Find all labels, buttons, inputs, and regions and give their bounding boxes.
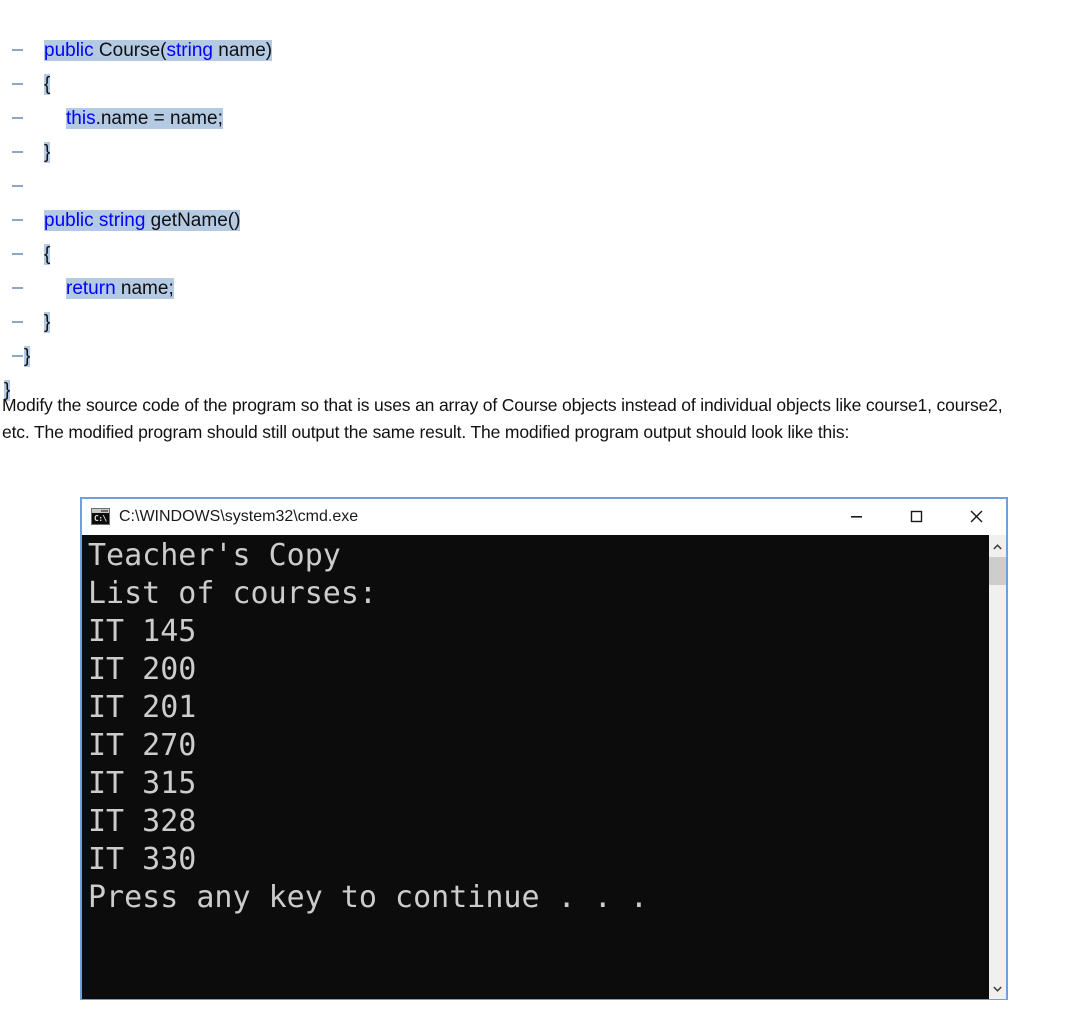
selected-code-span: public string getName() bbox=[44, 210, 241, 231]
code-plain: } bbox=[24, 346, 31, 367]
scroll-thumb[interactable] bbox=[989, 557, 1006, 585]
selected-code-span: this.name = name; bbox=[66, 108, 223, 129]
code-line: } bbox=[0, 340, 1077, 374]
console-title-text: C:\WINDOWS\system32\cmd.exe bbox=[119, 507, 359, 525]
code-line-text: } bbox=[0, 340, 31, 374]
scroll-up-arrow[interactable] bbox=[989, 538, 1006, 555]
code-line-text: { bbox=[0, 238, 51, 272]
instructions-paragraph: Modify the source code of the program so… bbox=[2, 395, 1003, 442]
code-plain: { bbox=[44, 74, 51, 95]
code-plain: name) bbox=[218, 40, 273, 61]
code-plain: { bbox=[44, 244, 51, 265]
scroll-down-arrow[interactable] bbox=[989, 980, 1006, 997]
code-keyword: this bbox=[66, 108, 96, 129]
code-keyword: return bbox=[66, 278, 121, 299]
selected-code-span: public Course(string name) bbox=[44, 40, 273, 61]
console-output-line: List of courses: bbox=[88, 576, 377, 611]
code-plain: name; bbox=[120, 278, 174, 299]
code-plain: } bbox=[44, 312, 51, 333]
console-output-line: Press any key to continue . . . bbox=[88, 880, 648, 915]
code-line: } bbox=[0, 136, 1077, 170]
console-output-line: IT 270 bbox=[88, 728, 197, 763]
code-keyword: string bbox=[98, 210, 151, 231]
code-listing: public Course(string name){this.name = n… bbox=[0, 34, 1077, 408]
cmd-icon-prompt-text: C:\ bbox=[94, 514, 107, 523]
code-plain: getName() bbox=[150, 210, 241, 231]
code-keyword: public bbox=[44, 40, 99, 61]
console-output-line: IT 200 bbox=[88, 652, 197, 687]
code-keyword: string bbox=[166, 40, 219, 61]
selected-code-span: } bbox=[44, 142, 51, 163]
code-line: } bbox=[0, 306, 1077, 340]
code-line: return name; bbox=[0, 272, 1077, 306]
console-output-line: IT 145 bbox=[88, 614, 197, 649]
code-line: { bbox=[0, 68, 1077, 102]
code-plain: } bbox=[44, 142, 51, 163]
code-line-text: public string getName() bbox=[0, 204, 241, 238]
selected-code-span: } bbox=[44, 312, 51, 333]
console-output-area[interactable]: Teacher's Copy List of courses: IT 145 IT 2… bbox=[82, 535, 988, 999]
console-output-line: IT 328 bbox=[88, 804, 197, 839]
cmd-console-icon: C:\ bbox=[91, 508, 110, 525]
code-plain: .name = name; bbox=[95, 108, 223, 129]
code-line-text: return name; bbox=[0, 272, 174, 306]
code-line: public Course(string name) bbox=[0, 34, 1077, 68]
code-plain: Course( bbox=[98, 40, 167, 61]
code-line-text: { bbox=[0, 68, 51, 102]
console-output-line: IT 330 bbox=[88, 842, 197, 877]
code-keyword: public bbox=[44, 210, 99, 231]
code-line: public string getName() bbox=[0, 204, 1077, 238]
console-scrollbar[interactable] bbox=[988, 535, 1006, 999]
code-line: { bbox=[0, 238, 1077, 272]
cmd-console-window[interactable]: C:\ C:\WINDOWS\system32\cmd.exe Teacher'… bbox=[80, 497, 1008, 1000]
selected-code-span: { bbox=[44, 74, 51, 95]
cmd-icon-title-bar bbox=[92, 509, 109, 513]
maximize-button[interactable] bbox=[886, 499, 946, 534]
code-line-text: public Course(string name) bbox=[0, 34, 273, 68]
console-title-bar[interactable]: C:\ C:\WINDOWS\system32\cmd.exe bbox=[82, 499, 1006, 535]
window-controls bbox=[826, 499, 1006, 534]
selected-code-span: { bbox=[44, 244, 51, 265]
console-body: Teacher's Copy List of courses: IT 145 IT 2… bbox=[82, 535, 1006, 999]
code-line-text: } bbox=[0, 306, 51, 340]
selected-code-span: } bbox=[24, 346, 31, 367]
code-line-text: } bbox=[0, 136, 51, 170]
close-button[interactable] bbox=[946, 499, 1006, 534]
code-line: this.name = name; bbox=[0, 102, 1077, 136]
minimize-button[interactable] bbox=[826, 499, 886, 534]
console-output-line: Teacher's Copy bbox=[88, 538, 341, 573]
console-output-line: IT 315 bbox=[88, 766, 197, 801]
code-line bbox=[0, 170, 1077, 204]
code-line-text: this.name = name; bbox=[0, 102, 223, 136]
code-line-text bbox=[0, 170, 44, 204]
console-output-line: IT 201 bbox=[88, 690, 197, 725]
selected-code-span: return name; bbox=[66, 278, 174, 299]
